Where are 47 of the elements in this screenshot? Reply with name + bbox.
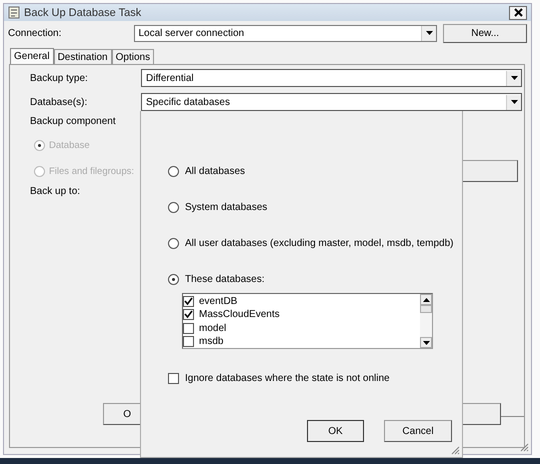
close-icon (514, 8, 522, 17)
checkbox[interactable] (183, 322, 194, 334)
dropdown[interactable]: Differential (141, 69, 522, 87)
dropdown[interactable]: Specific databases (141, 93, 522, 111)
dialog-button[interactable]: OK (307, 420, 364, 442)
radio-button[interactable] (168, 202, 179, 213)
resize-grip[interactable] (519, 442, 529, 452)
scroll-thumb[interactable] (420, 305, 432, 313)
connection-dropdown[interactable]: Local server connection (134, 24, 438, 42)
checkbox[interactable] (183, 336, 194, 347)
radio-label: Files and filegroups: (49, 166, 134, 176)
tab[interactable]: Destination (54, 49, 112, 64)
radio-label: All databases (185, 166, 246, 177)
field-label: Backup type: (30, 72, 89, 84)
database-name: MassCloudEvents (199, 309, 280, 320)
section-label: Backup component (30, 116, 117, 129)
database-name: model (199, 322, 226, 334)
field-label: Database(s): (30, 96, 88, 108)
radio-label: All user databases (excluding master, model, msdb, tempdb) (185, 238, 454, 249)
tab[interactable]: Options (112, 49, 154, 64)
radio-button[interactable] (168, 238, 179, 249)
close-button[interactable] (509, 6, 527, 20)
radio-label: These databases: (185, 274, 264, 285)
checkbox[interactable] (168, 373, 179, 384)
field-label: Back up to: (30, 186, 82, 197)
resize-grip[interactable] (450, 445, 460, 455)
radio-label: System databases (185, 202, 268, 213)
connection-label: Connection: (8, 28, 62, 38)
radio-label: Database (49, 140, 90, 150)
radio-button[interactable] (168, 274, 179, 285)
caret-icon (426, 31, 433, 35)
scroll-up-icon[interactable] (422, 298, 430, 302)
caret-icon (510, 100, 518, 104)
tab[interactable]: General (10, 48, 54, 64)
caret-icon (510, 76, 518, 80)
checkbox-label: Ignore databases where the state is not online (185, 373, 390, 384)
ok-button[interactable]: O (103, 403, 141, 425)
database-name: eventDB (199, 296, 238, 308)
radio-button[interactable] (168, 166, 179, 177)
scrollbar[interactable] (420, 294, 432, 348)
database-name: msdb (199, 336, 224, 347)
window-title: Back Up Database Task (24, 6, 142, 18)
dialog-button[interactable]: Cancel (384, 420, 452, 442)
checkbox[interactable] (183, 309, 194, 320)
scroll-down-icon[interactable] (422, 340, 430, 344)
new-button[interactable]: New... (443, 24, 527, 42)
checkbox[interactable] (183, 296, 194, 308)
